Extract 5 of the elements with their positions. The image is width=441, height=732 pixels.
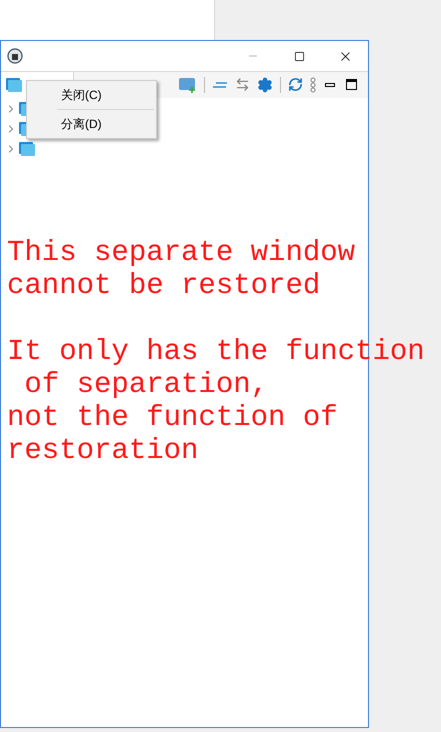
- annotation-text: cannot be restored: [7, 269, 322, 302]
- annotation-text: This separate window: [7, 236, 356, 269]
- annotation-text: restoration: [7, 434, 200, 467]
- annotation-text: not the function of: [7, 401, 339, 434]
- annotation-text: of separation,: [23, 368, 270, 401]
